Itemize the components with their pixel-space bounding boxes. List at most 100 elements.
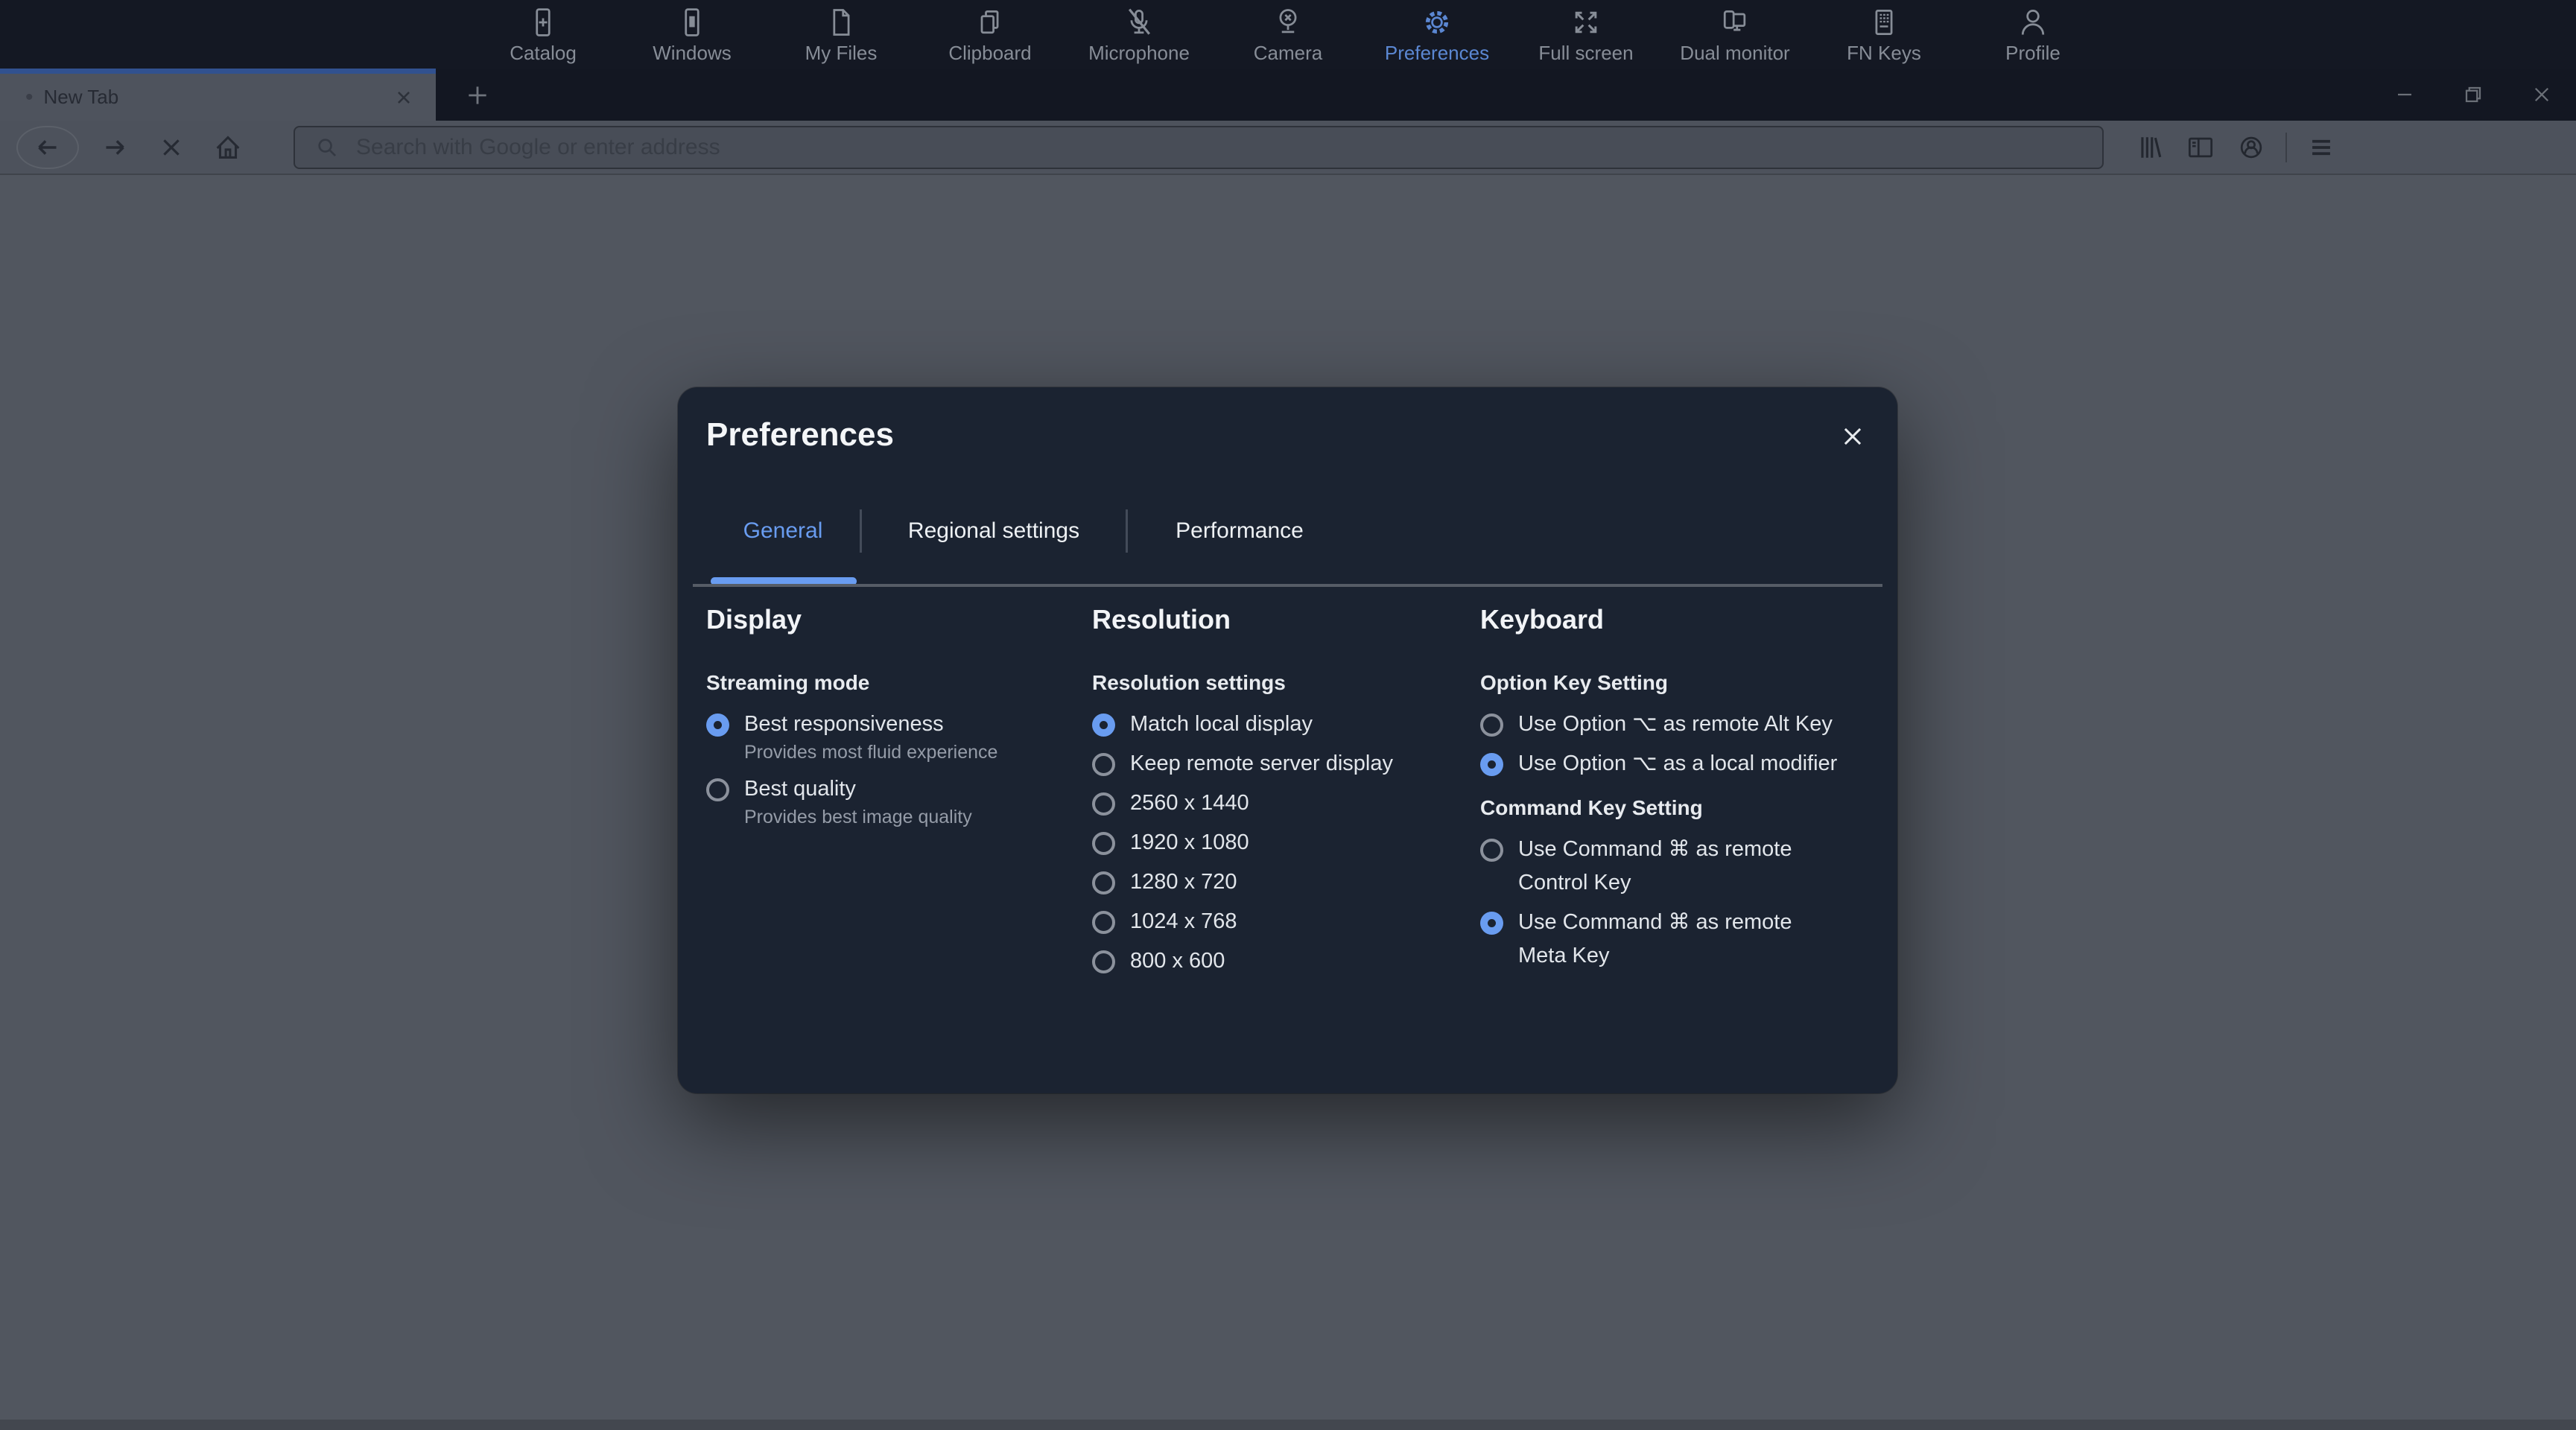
screen: Catalog Windows My Files Clipboard Micro…: [0, 0, 2576, 1430]
group-title: Option Key Setting: [1480, 670, 1838, 696]
radio-selected: [1092, 714, 1115, 737]
section-resolution: ResolutionResolution settings Match loca…: [1092, 603, 1450, 984]
dialog-close-button[interactable]: [1833, 417, 1872, 456]
tab-unread-dot: •: [25, 86, 34, 109]
toolbar-item-clipboard[interactable]: Clipboard: [916, 0, 1065, 69]
library-button[interactable]: [2129, 127, 2171, 168]
radio-option-keep-remote-server-display[interactable]: Keep remote server display: [1092, 747, 1450, 781]
toolbar-item-profile[interactable]: Profile: [1958, 0, 2107, 69]
section-keyboard: KeyboardOption Key Setting Use Option ⌥ …: [1480, 603, 1838, 979]
radio-option-800-x-600[interactable]: 800 x 600: [1092, 944, 1450, 978]
radio-unselected: [706, 778, 729, 801]
radio-selected: [1480, 912, 1503, 935]
toolbar-item-full-screen[interactable]: Full screen: [1511, 0, 1660, 69]
fn-keys-icon: [1868, 4, 1900, 40]
toolbar-item-dual-monitor[interactable]: Dual monitor: [1660, 0, 1809, 69]
group-title: Resolution settings: [1092, 670, 1450, 696]
account-button[interactable]: [2230, 127, 2272, 168]
toolbar-item-fn-keys[interactable]: FN Keys: [1809, 0, 1958, 69]
radio-unselected: [1092, 871, 1115, 894]
dialog-tab-general[interactable]: General: [706, 506, 860, 556]
radio-selected: [706, 714, 729, 737]
radio-unselected: [1092, 792, 1115, 816]
dialog-tab-regional-settings[interactable]: Regional settings: [862, 506, 1126, 556]
radio-option-use-command-as-remote-control-key[interactable]: Use Command ⌘ as remote Control Key: [1480, 833, 1838, 900]
toolbar-item-camera[interactable]: Camera: [1214, 0, 1362, 69]
section-display: Display Streaming mode Best responsivenes…: [706, 603, 1064, 837]
radio-option-1280-x-720[interactable]: 1280 x 720: [1092, 865, 1450, 899]
forward-icon: [98, 130, 132, 165]
group-command-key-setting: Command Key Setting Use Command ⌘ as rem…: [1480, 795, 1838, 973]
new-tab-button[interactable]: [458, 74, 500, 116]
home-button[interactable]: [207, 127, 249, 168]
home-icon: [211, 130, 245, 165]
radio-option-match-local-display[interactable]: Match local display: [1092, 708, 1450, 741]
radio-option-use-option-as-a-local-modifier[interactable]: Use Option ⌥ as a local modifier: [1480, 747, 1838, 781]
close-icon: [1836, 420, 1869, 453]
group-resolution-settings: Resolution settings Match local display …: [1092, 670, 1450, 978]
browser-nav-toolbar: [0, 121, 2576, 175]
section-heading: Display: [706, 603, 1064, 636]
radio-unselected: [1092, 911, 1115, 934]
toolbar-item-my-files[interactable]: My Files: [767, 0, 916, 69]
window-bottom-edge: [0, 1420, 2576, 1430]
radio-option-best-quality[interactable]: Best quality Provides best image quality: [706, 772, 1064, 828]
back-button[interactable]: [16, 126, 79, 169]
window-controls: [2370, 69, 2576, 121]
account-icon: [2235, 131, 2268, 164]
browser-tab-bar: • New Tab: [0, 69, 2576, 121]
windows-icon: [676, 4, 708, 40]
group-streaming-mode: Streaming mode Best responsiveness Provi…: [706, 670, 1064, 828]
forward-button[interactable]: [94, 127, 136, 168]
menu-button[interactable]: [2300, 127, 2342, 168]
camera-off-icon: [1272, 4, 1304, 40]
dual-monitor-icon: [1719, 4, 1751, 40]
sidebar-icon: [2184, 131, 2217, 164]
radio-option-1920-x-1080[interactable]: 1920 x 1080: [1092, 826, 1450, 859]
group-title: Streaming mode: [706, 670, 1064, 696]
clipboard-icon: [974, 4, 1006, 40]
catalog-icon: [527, 4, 559, 40]
restore-icon: [2460, 81, 2487, 108]
stop-button[interactable]: [150, 127, 192, 168]
fullscreen-icon: [1570, 4, 1602, 40]
radio-option-use-command-as-remote-meta-key[interactable]: Use Command ⌘ as remote Meta Key: [1480, 906, 1838, 973]
toolbar-item-preferences[interactable]: Preferences: [1362, 0, 1511, 69]
option-description: Provides most fluid experience: [744, 741, 997, 763]
url-bar[interactable]: [294, 126, 2104, 169]
profile-icon: [2017, 4, 2049, 40]
group-option-key-setting: Option Key Setting Use Option ⌥ as remot…: [1480, 670, 1838, 781]
url-input[interactable]: [355, 134, 2102, 161]
radio-unselected: [1480, 839, 1503, 862]
radio-unselected: [1092, 753, 1115, 776]
toolbar-item-microphone[interactable]: Microphone: [1065, 0, 1214, 69]
radio-option-2560-x-1440[interactable]: 2560 x 1440: [1092, 786, 1450, 820]
minimize-window-button[interactable]: [2370, 69, 2439, 121]
option-description: Provides best image quality: [744, 806, 972, 828]
radio-option-best-responsiveness[interactable]: Best responsiveness Provides most fluid …: [706, 708, 1064, 763]
plus-icon: [463, 80, 495, 110]
search-icon: [313, 133, 341, 162]
browser-tab-new-tab[interactable]: • New Tab: [0, 69, 436, 121]
radio-unselected: [1092, 950, 1115, 973]
preferences-dialog: Preferences GeneralRegional settingsPerf…: [678, 387, 1897, 1093]
tab-title: New Tab: [44, 86, 391, 109]
toolbar-item-catalog[interactable]: Catalog: [469, 0, 618, 69]
close-icon: [2528, 81, 2555, 108]
tab-close-icon[interactable]: [391, 85, 416, 110]
radio-option-use-option-as-remote-alt-key[interactable]: Use Option ⌥ as remote Alt Key: [1480, 708, 1838, 741]
restore-window-button[interactable]: [2439, 69, 2507, 121]
dialog-tab-performance[interactable]: Performance: [1128, 506, 1351, 556]
library-icon: [2134, 131, 2166, 164]
toolbar-item-windows[interactable]: Windows: [618, 0, 767, 69]
dialog-tabs: GeneralRegional settingsPerformance: [706, 506, 1351, 556]
my-files-icon: [825, 4, 857, 40]
nav-right-icons: [2125, 127, 2347, 168]
close-window-button[interactable]: [2507, 69, 2576, 121]
radio-option-1024-x-768[interactable]: 1024 x 768: [1092, 905, 1450, 938]
microphone-muted-icon: [1123, 4, 1155, 40]
radio-selected: [1480, 753, 1503, 776]
radio-unselected: [1092, 832, 1115, 855]
sidebar-button[interactable]: [2180, 127, 2221, 168]
tabs-divider-line: [693, 584, 1882, 587]
